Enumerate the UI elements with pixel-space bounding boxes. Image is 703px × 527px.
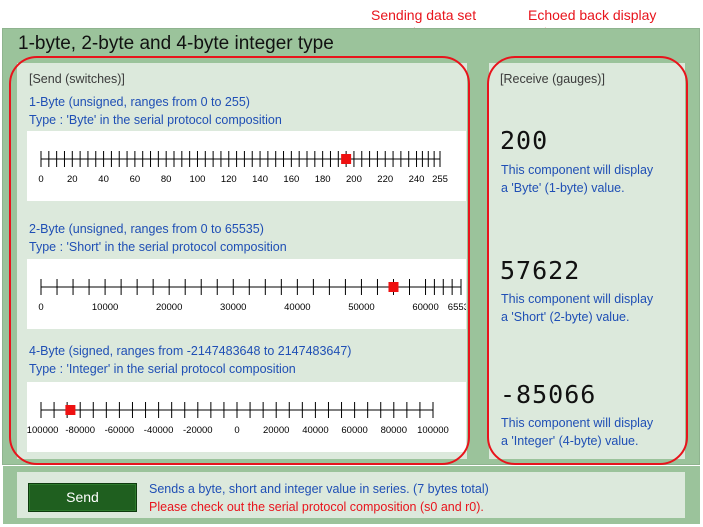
byte-gauge-line2: a 'Byte' (1-byte) value. (501, 181, 625, 195)
slider-thumb[interactable] (65, 405, 76, 415)
slider-tick-label: 10000 (92, 302, 118, 313)
slider-tick-label: 40 (98, 174, 109, 185)
slider-tick-label: 200 (346, 174, 362, 185)
integer-slider-svg[interactable]: -100000 -80000 -60000 -40000 -20000 0 20000 400… (27, 382, 466, 452)
slider-tick-label: 240 (409, 174, 425, 185)
slider-tick-label: -100000 (27, 425, 58, 436)
slider-tick-label: 30000 (220, 302, 246, 313)
slider-tick-label: 80000 (381, 425, 407, 436)
byte-gauge-display: 200 (500, 126, 549, 155)
footer-description: Sends a byte, short and integer value in… (149, 482, 489, 496)
slider-tick-label: -40000 (144, 425, 174, 436)
slider-tick-label: 100000 (417, 425, 449, 436)
slider-tick-label: 140 (252, 174, 268, 185)
slider-tick-label: 0 (234, 425, 239, 436)
byte-slider-svg[interactable]: 0 20 40 60 80 100 120 140 160 180 200 220 240 255 (27, 131, 466, 201)
short-gauge-line2: a 'Short' (2-byte) value. (501, 310, 630, 324)
slider-tick-label: 220 (377, 174, 393, 185)
slider-tick-label: 65535 (448, 302, 466, 313)
slider-tick-label: 0 (38, 174, 43, 185)
slider-tick-label: 100 (190, 174, 206, 185)
page-title: 1-byte, 2-byte and 4-byte integer type (18, 33, 334, 54)
integer-gauge-display: -85066 (500, 380, 597, 409)
slider-tick-label: 255 (432, 174, 448, 185)
slider-tick-label: 40000 (284, 302, 310, 313)
send-button[interactable]: Send (28, 483, 137, 512)
short-slider[interactable]: 0 10000 20000 30000 40000 50000 60000 65535 (27, 259, 466, 329)
slider-3-type: Type : 'Integer' in the serial protocol … (29, 362, 296, 376)
slider-tick-label: -60000 (105, 425, 135, 436)
integer-slider[interactable]: -100000 -80000 -60000 -40000 -20000 0 20000 400… (27, 382, 466, 452)
byte-slider[interactable]: 0 20 40 60 80 100 120 140 160 180 200 220 240 255 (27, 131, 466, 201)
short-gauge-line1: This component will display (501, 292, 654, 306)
slider-tick-label: 20 (67, 174, 78, 185)
slider-tick-label: 0 (38, 302, 43, 313)
receive-panel-label: [Receive (gauges)] (500, 72, 605, 86)
byte-gauge-line1: This component will display (501, 163, 654, 177)
slider-tick-label: 20000 (263, 425, 289, 436)
annotation-sending: Sending data set (371, 7, 477, 23)
slider-tick-label: 50000 (348, 302, 374, 313)
slider-tick-label: -20000 (183, 425, 213, 436)
slider-tick-label: 60000 (341, 425, 367, 436)
short-gauge-display: 57622 (500, 256, 581, 285)
slider-2-type: Type : 'Short' in the serial protocol co… (29, 240, 287, 254)
short-slider-svg[interactable]: 0 10000 20000 30000 40000 50000 60000 65535 (27, 259, 466, 329)
slider-tick-label: 60000 (412, 302, 438, 313)
slider-tick-label: 60 (130, 174, 141, 185)
footer-note: Please check out the serial protocol com… (149, 500, 484, 514)
slider-tick-label: -80000 (65, 425, 95, 436)
slider-tick-label: 120 (221, 174, 237, 185)
send-panel-label: [Send (switches)] (29, 72, 125, 86)
slider-tick-label: 160 (283, 174, 299, 185)
slider-1-type: Type : 'Byte' in the serial protocol com… (29, 113, 282, 127)
slider-tick-label: 40000 (302, 425, 328, 436)
slider-tick-label: 20000 (156, 302, 182, 313)
slider-tick-label: 180 (315, 174, 331, 185)
integer-gauge-line1: This component will display (501, 416, 654, 430)
annotation-echo: Echoed back display (528, 7, 657, 23)
slider-thumb[interactable] (341, 154, 352, 164)
slider-2-description: 2-Byte (unsigned, ranges from 0 to 65535… (29, 222, 264, 236)
slider-3-description: 4-Byte (signed, ranges from -2147483648 … (29, 344, 352, 358)
slider-1-description: 1-Byte (unsigned, ranges from 0 to 255) (29, 95, 250, 109)
integer-gauge-line2: a 'Integer' (4-byte) value. (501, 434, 639, 448)
slider-tick-label: 80 (161, 174, 172, 185)
slider-thumb[interactable] (388, 282, 399, 292)
